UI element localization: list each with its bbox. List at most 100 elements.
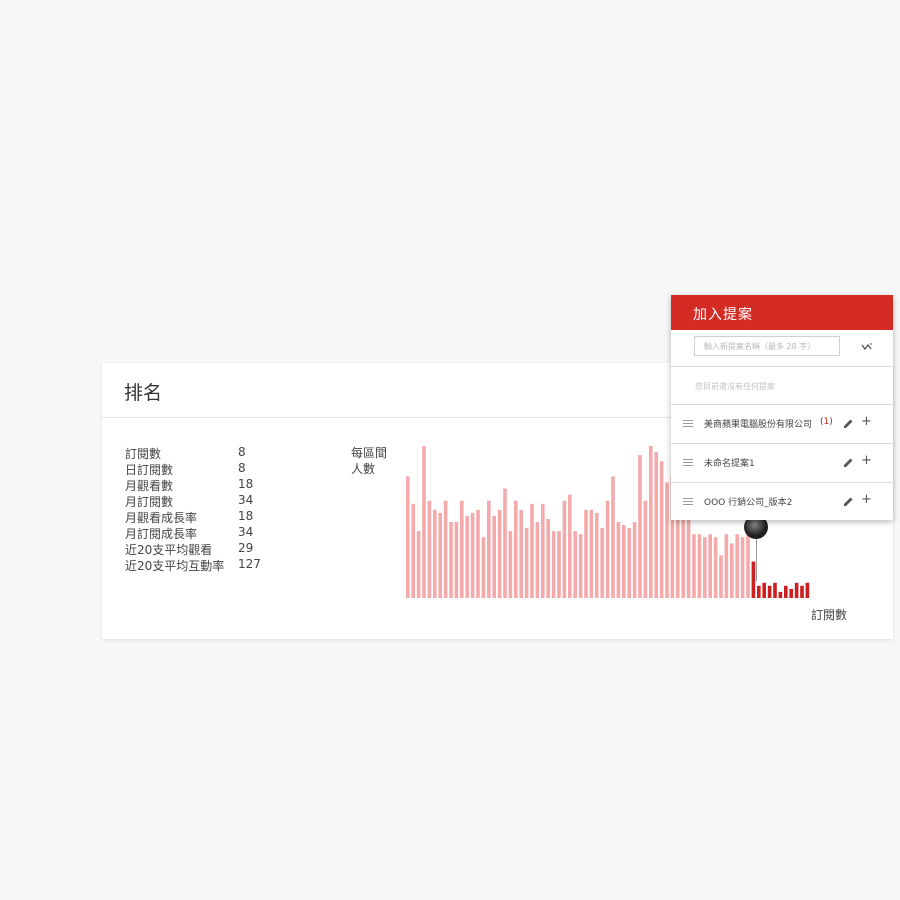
stat-value: 18 [238,477,254,491]
histogram-bar [794,582,799,598]
histogram-bar [411,503,415,598]
histogram-bar [740,537,745,598]
histogram-bar [638,455,642,598]
drag-handle-icon[interactable] [683,498,693,505]
histogram-bar [767,585,772,598]
proposal-item[interactable]: 美商蘋果電腦股份有限公司 (1) + [671,405,893,444]
histogram-bar [470,512,475,598]
histogram-bar [713,537,718,598]
histogram-bar [605,500,610,598]
proposal-name: 美商蘋果電腦股份有限公司 [704,420,813,430]
pencil-icon[interactable] [843,457,854,468]
histogram-bar [719,555,723,598]
plus-icon[interactable]: + [861,453,872,469]
histogram-bar [600,528,604,598]
empty-state: 您目前還沒有任何提案 [671,367,893,405]
proposal-name: 未命名提案1 [704,459,755,469]
histogram-bar [573,531,577,598]
stat-value: 127 [238,557,261,571]
histogram-bar [632,522,637,598]
panel-title: 加入提案 [693,307,753,323]
pencil-icon[interactable] [843,496,854,507]
histogram-bar [497,509,502,598]
histogram-bar [476,509,480,598]
plus-icon[interactable]: + [861,492,872,508]
chart-y-label: 每區間 人數 [351,445,387,477]
histogram-bar [578,534,583,598]
histogram-bar [433,509,437,598]
histogram-bar [487,500,491,598]
histogram-bar [503,488,507,598]
histogram-bar [546,519,550,598]
histogram-bar [589,509,594,598]
plus-icon[interactable]: + [861,414,872,430]
new-proposal-input[interactable] [694,336,840,356]
histogram-bar [438,512,442,598]
stat-label: 月觀看成長率 [125,511,198,525]
proposal-item[interactable]: OOO 行銷公司_版本2 + [671,483,893,521]
proposal-count-close: ) [829,417,833,427]
histogram-bar [514,500,518,598]
histogram-bar [757,585,761,598]
histogram-bar [611,476,615,598]
histogram-bar [686,519,691,598]
add-proposal-panel: 加入提案 您目前還沒有任何提案 美商蘋果電腦股份有限公司 (1) + 未命名提案… [671,295,893,520]
chart-y-label-line1: 每區間 [351,446,388,460]
histogram-bar [508,531,513,598]
stat-label: 近20支平均觀看 [125,543,213,557]
histogram-bar [460,500,464,598]
histogram-bar [584,509,588,598]
panel-header: 加入提案 [671,295,893,330]
stat-value: 8 [238,445,246,459]
histogram-bar [551,531,556,598]
histogram-bar [762,582,766,598]
proposal-item[interactable]: 未命名提案1 + [671,444,893,483]
stat-label: 月觀看數 [125,479,174,493]
histogram-bar [627,528,631,598]
histogram-bar [454,522,459,598]
new-proposal-row [671,330,893,367]
histogram-bar [465,515,469,598]
histogram-bar [778,591,783,598]
histogram-bar [724,534,729,598]
histogram-bar [800,585,804,598]
histogram-bar [492,515,496,598]
histogram-bar [751,561,756,598]
drag-handle-icon[interactable] [683,459,693,466]
histogram-bar [622,525,626,598]
histogram-bar [595,512,599,598]
histogram-bar [416,531,421,598]
histogram-bar [562,500,567,598]
histogram-bar [654,452,658,598]
histogram-bar [557,531,561,598]
drag-handle-icon[interactable] [683,420,693,427]
histogram-bar [481,537,486,598]
stat-label: 日訂閱數 [125,463,174,477]
histogram-bar [805,582,810,598]
histogram-bar [692,534,696,598]
stat-label: 近20支平均互動率 [125,559,225,573]
stat-value: 34 [238,525,254,539]
stat-label: 月訂閱成長率 [125,527,198,541]
histogram-bar [649,446,653,598]
histogram-bar [735,534,739,598]
chart-x-label: 訂閱數 [811,608,848,622]
histogram-bar [541,503,545,598]
histogram-bar [708,534,712,598]
pencil-icon[interactable] [843,418,854,429]
histogram-bar [789,588,793,598]
stat-value: 34 [238,493,254,507]
chart-y-label-line2: 人數 [351,462,376,476]
histogram-bar [697,534,702,598]
histogram-bar [665,482,669,598]
histogram-bar [659,461,664,598]
histogram-bar [535,522,540,598]
histogram-bar [524,528,529,598]
stat-value: 18 [238,509,254,523]
trend-icon[interactable] [861,342,873,352]
histogram-bar [519,509,523,598]
histogram-bar [406,476,410,598]
empty-state-text: 您目前還沒有任何提案 [695,382,775,391]
histogram-bar [427,500,432,598]
proposal-count: (1) [820,417,833,427]
